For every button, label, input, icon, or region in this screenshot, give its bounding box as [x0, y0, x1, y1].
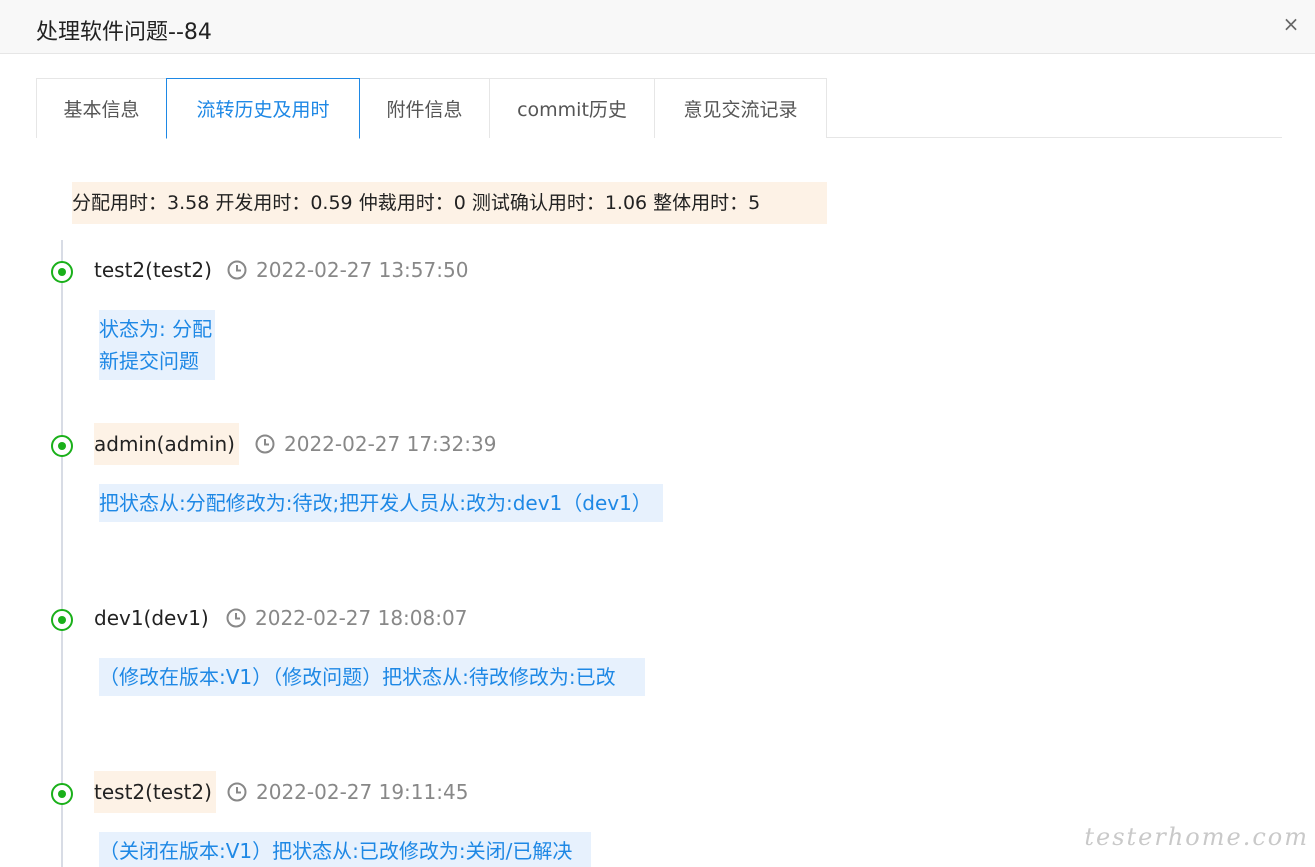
timeline-dot-icon: [51, 435, 73, 457]
timeline-note: （修改在版本:V1）（修改问题）把状态从:待改修改为:已改: [99, 658, 645, 696]
tab-flow-history[interactable]: 流转历史及用时: [166, 78, 360, 139]
timeline-note-line: 新提交问题: [99, 349, 199, 373]
watermark: testerhome.com: [1084, 823, 1309, 851]
timeline-time-text: 2022-02-27 19:11:45: [256, 780, 469, 804]
timeline-note-line: 状态为: 分配: [99, 317, 213, 341]
clock-icon: [227, 260, 247, 280]
clock-icon: [255, 434, 275, 454]
timeline-time: 2022-02-27 13:57:50: [227, 249, 468, 291]
close-icon[interactable]: ×: [1279, 12, 1303, 36]
timeline-note: 状态为: 分配 新提交问题: [99, 310, 215, 380]
timeline-line: [61, 240, 63, 867]
timeline-user: test2(test2): [94, 258, 212, 282]
timeline-dot-icon: [51, 783, 73, 805]
dialog-titlebar: 处理软件问题--84 ×: [0, 0, 1315, 54]
timeline-note: 把状态从:分配修改为:待改;把开发人员从:改为:dev1（dev1）: [99, 484, 663, 522]
tab-commit-history[interactable]: commit历史: [489, 78, 655, 138]
timeline-dot-icon: [51, 261, 73, 283]
tab-basic-info[interactable]: 基本信息: [36, 78, 167, 138]
clock-icon: [226, 608, 246, 628]
time-summary: 分配用时：3.58 开发用时：0.59 仲裁用时：0 测试确认用时：1.06 整…: [72, 182, 827, 224]
dialog-title: 处理软件问题--84: [36, 20, 212, 45]
timeline-note: （关闭在版本:V1）把状态从:已改修改为:关闭/已解决: [99, 832, 591, 867]
timeline-note-line: （修改在版本:V1）（修改问题）把状态从:待改修改为:已改: [99, 665, 616, 689]
dialog: 处理软件问题--84 × 基本信息 流转历史及用时 附件信息 commit历史 …: [0, 0, 1315, 867]
timeline-note-line: （关闭在版本:V1）把状态从:已改修改为:关闭/已解决: [99, 839, 573, 863]
timeline-user: test2(test2): [94, 771, 216, 813]
timeline-time: 2022-02-27 18:08:07: [226, 597, 467, 639]
timeline-time-text: 2022-02-27 18:08:07: [255, 606, 468, 630]
tab-comments[interactable]: 意见交流记录: [654, 78, 827, 138]
timeline-user: dev1(dev1): [94, 606, 209, 630]
tab-attachments[interactable]: 附件信息: [359, 78, 490, 138]
timeline-user: admin(admin): [94, 423, 239, 465]
timeline-time: 2022-02-27 19:11:45: [227, 771, 468, 813]
timeline-time-text: 2022-02-27 17:32:39: [284, 432, 497, 456]
timeline-time: 2022-02-27 17:32:39: [255, 423, 496, 465]
tab-bar: 基本信息 流转历史及用时 附件信息 commit历史 意见交流记录: [36, 78, 1282, 139]
clock-icon: [227, 782, 247, 802]
timeline-time-text: 2022-02-27 13:57:50: [256, 258, 469, 282]
timeline-dot-icon: [51, 609, 73, 631]
timeline-note-line: 把状态从:分配修改为:待改;把开发人员从:改为:dev1（dev1）: [99, 491, 652, 515]
